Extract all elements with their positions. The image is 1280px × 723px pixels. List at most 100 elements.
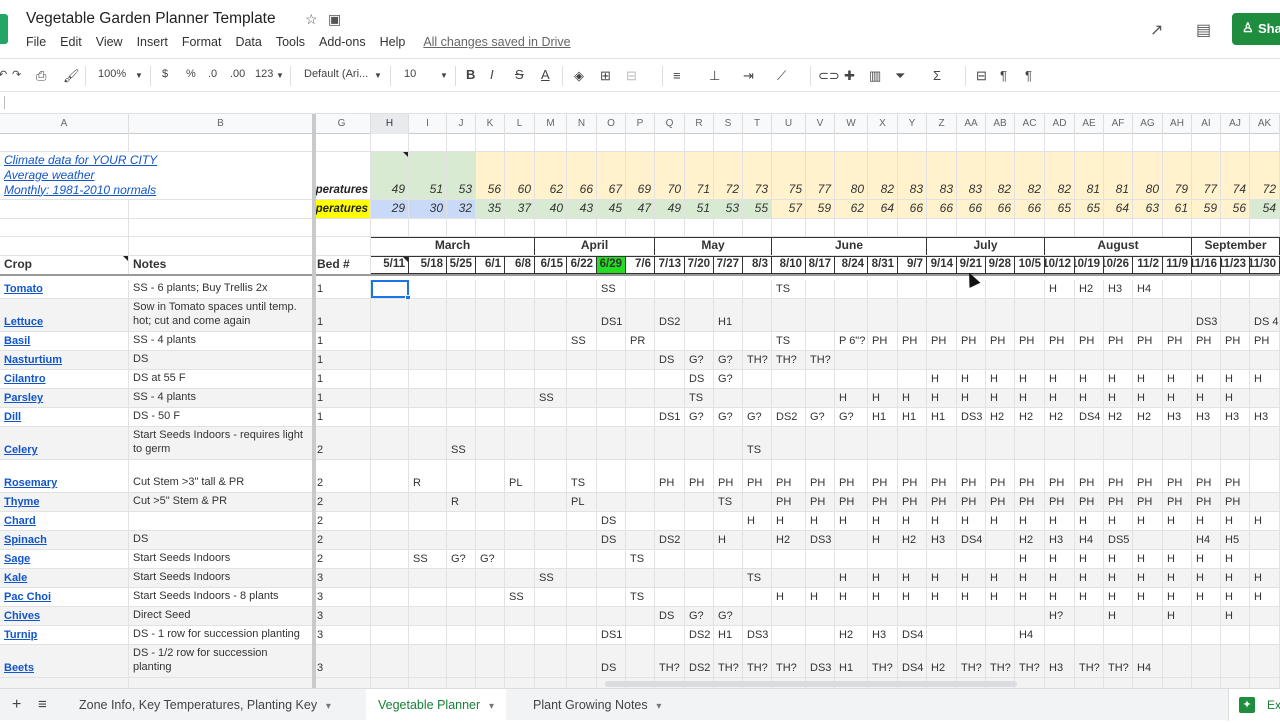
month-header-september[interactable]: September: [1192, 237, 1280, 255]
schedule-cell[interactable]: [567, 588, 597, 606]
schedule-cell[interactable]: [1250, 389, 1280, 407]
schedule-cell[interactable]: [409, 351, 447, 369]
cell[interactable]: [898, 219, 927, 236]
bed-number[interactable]: 2: [313, 427, 371, 459]
schedule-cell[interactable]: H: [835, 512, 868, 530]
schedule-cell[interactable]: PH: [898, 493, 927, 511]
schedule-cell[interactable]: SS: [567, 332, 597, 350]
cell[interactable]: [1221, 134, 1250, 151]
schedule-cell[interactable]: P 6"?: [835, 332, 868, 350]
cell[interactable]: [1104, 219, 1133, 236]
schedule-cell[interactable]: G?: [714, 607, 743, 625]
cell[interactable]: [1133, 678, 1163, 688]
schedule-cell[interactable]: PH: [927, 460, 957, 492]
date-header[interactable]: 9/7: [898, 256, 927, 274]
schedule-cell[interactable]: [505, 512, 535, 530]
cell[interactable]: [1250, 134, 1280, 151]
schedule-cell[interactable]: PH: [1015, 493, 1045, 511]
high-temp-cell[interactable]: 60: [505, 152, 535, 199]
schedule-cell[interactable]: PH: [1221, 332, 1250, 350]
crop-notes[interactable]: Cut Stem >3" tall & PR: [129, 460, 313, 492]
schedule-cell[interactable]: R: [409, 460, 447, 492]
schedule-cell[interactable]: PH: [714, 460, 743, 492]
schedule-cell[interactable]: [1045, 626, 1075, 644]
schedule-cell[interactable]: TH?: [655, 645, 685, 677]
cell[interactable]: [129, 134, 313, 151]
crop-link[interactable]: Thyme: [0, 493, 129, 511]
date-header[interactable]: 7/20: [685, 256, 714, 274]
cell[interactable]: [655, 134, 685, 151]
schedule-cell[interactable]: [476, 299, 505, 331]
schedule-cell[interactable]: H: [1192, 550, 1221, 568]
cell[interactable]: [505, 678, 535, 688]
schedule-cell[interactable]: [743, 332, 772, 350]
schedule-cell[interactable]: TH?: [772, 351, 806, 369]
schedule-cell[interactable]: H: [1221, 550, 1250, 568]
column-header-af[interactable]: AF: [1104, 114, 1133, 134]
schedule-cell[interactable]: [409, 389, 447, 407]
climate-line3[interactable]: Monthly: 1981-2010 normals: [4, 183, 308, 198]
schedule-cell[interactable]: H: [986, 512, 1015, 530]
column-header-ai[interactable]: AI: [1192, 114, 1221, 134]
activity-trend-icon[interactable]: ↗: [1150, 20, 1163, 40]
schedule-cell[interactable]: [1163, 427, 1192, 459]
schedule-cell[interactable]: [1250, 460, 1280, 492]
cell[interactable]: [1015, 134, 1045, 151]
schedule-cell[interactable]: [567, 299, 597, 331]
menu-insert[interactable]: Insert: [137, 35, 168, 49]
schedule-cell[interactable]: [714, 332, 743, 350]
schedule-cell[interactable]: [535, 408, 567, 426]
schedule-cell[interactable]: H: [1192, 370, 1221, 388]
bed-number[interactable]: 1: [313, 299, 371, 331]
high-temp-cell[interactable]: 69: [626, 152, 655, 199]
schedule-cell[interactable]: [447, 588, 476, 606]
schedule-cell[interactable]: [898, 299, 927, 331]
schedule-cell[interactable]: DS: [685, 370, 714, 388]
sheet-tab-menu-icon[interactable]: ▾: [323, 701, 331, 712]
date-header[interactable]: 6/29: [597, 256, 626, 274]
schedule-cell[interactable]: H1: [868, 408, 898, 426]
schedule-cell[interactable]: [743, 299, 772, 331]
crop-notes[interactable]: Start Seeds Indoors - 8 plants: [129, 588, 313, 606]
schedule-cell[interactable]: [626, 389, 655, 407]
low-temp-cell[interactable]: 53: [714, 200, 743, 218]
schedule-cell[interactable]: PH: [685, 460, 714, 492]
high-temp-cell[interactable]: 71: [685, 152, 714, 199]
schedule-cell[interactable]: [1163, 299, 1192, 331]
high-temp-cell[interactable]: 80: [1133, 152, 1163, 199]
cell[interactable]: [409, 219, 447, 236]
horizontal-align-icon[interactable]: ≡: [673, 68, 681, 83]
schedule-cell[interactable]: [626, 280, 655, 298]
cell[interactable]: [626, 219, 655, 236]
schedule-cell[interactable]: [409, 427, 447, 459]
high-temp-cell[interactable]: 70: [655, 152, 685, 199]
schedule-cell[interactable]: H: [1163, 569, 1192, 587]
cell[interactable]: [743, 219, 772, 236]
font-size-select[interactable]: 10: [404, 68, 416, 80]
schedule-cell[interactable]: H: [927, 569, 957, 587]
column-header-i[interactable]: I: [409, 114, 447, 134]
schedule-cell[interactable]: H: [868, 588, 898, 606]
schedule-cell[interactable]: DS: [597, 531, 626, 549]
column-header-ag[interactable]: AG: [1133, 114, 1163, 134]
schedule-cell[interactable]: [898, 351, 927, 369]
schedule-cell[interactable]: H: [1075, 389, 1104, 407]
schedule-cell[interactable]: [1250, 493, 1280, 511]
schedule-cell[interactable]: [835, 607, 868, 625]
schedule-cell[interactable]: SS: [535, 569, 567, 587]
schedule-cell[interactable]: DS5: [1104, 531, 1133, 549]
schedule-cell[interactable]: [505, 299, 535, 331]
schedule-cell[interactable]: H: [1133, 550, 1163, 568]
schedule-cell[interactable]: [626, 626, 655, 644]
menu-file[interactable]: File: [26, 35, 46, 49]
column-header-p[interactable]: P: [626, 114, 655, 134]
low-temp-cell[interactable]: 45: [597, 200, 626, 218]
schedule-cell[interactable]: [505, 550, 535, 568]
crop-notes[interactable]: Start Seeds Indoors: [129, 550, 313, 568]
schedule-cell[interactable]: R: [447, 493, 476, 511]
schedule-cell[interactable]: H: [957, 569, 986, 587]
schedule-cell[interactable]: [1075, 607, 1104, 625]
schedule-cell[interactable]: [476, 626, 505, 644]
schedule-cell[interactable]: TS: [743, 427, 772, 459]
schedule-cell[interactable]: [1192, 427, 1221, 459]
